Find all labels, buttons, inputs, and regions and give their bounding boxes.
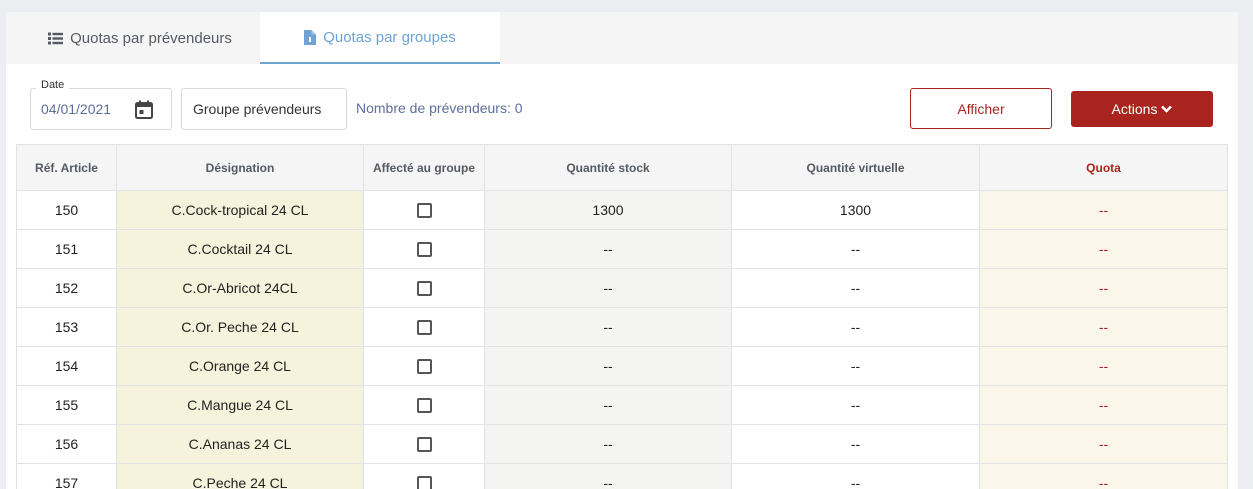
affecte-cell xyxy=(363,385,485,425)
affecte-checkbox[interactable] xyxy=(416,437,432,453)
date-label: Date xyxy=(36,79,70,91)
table-row: 157 C.Peche 24 CL -- -- -- xyxy=(16,463,1228,489)
ref-cell: 152 xyxy=(16,268,117,308)
file-icon xyxy=(304,29,317,45)
col-header-stock[interactable]: Quantité stock xyxy=(484,144,732,191)
designation-cell: C.Peche 24 CL xyxy=(116,463,364,489)
ref-cell: 156 xyxy=(16,424,117,464)
virtuelle-cell: -- xyxy=(731,307,980,347)
designation-cell: C.Cocktail 24 CL xyxy=(116,229,364,269)
designation-cell: C.Ananas 24 CL xyxy=(116,424,364,464)
affecte-cell xyxy=(363,463,485,489)
affecte-checkbox[interactable] xyxy=(416,242,432,258)
col-header-quota[interactable]: Quota xyxy=(979,144,1228,191)
stock-cell: -- xyxy=(484,346,732,386)
quota-cell[interactable]: -- xyxy=(979,346,1228,386)
ref-cell: 151 xyxy=(16,229,117,269)
affecte-checkbox[interactable] xyxy=(416,320,432,336)
col-header-affecte[interactable]: Affecté au groupe xyxy=(363,144,485,191)
virtuelle-cell: -- xyxy=(731,463,980,489)
virtuelle-cell: -- xyxy=(731,268,980,308)
table-row: 155 C.Mangue 24 CL -- -- -- xyxy=(16,385,1228,425)
table-row: 152 C.Or-Abricot 24CL -- -- -- xyxy=(16,268,1228,308)
designation-cell: C.Mangue 24 CL xyxy=(116,385,364,425)
virtuelle-cell: 1300 xyxy=(731,190,980,230)
list-icon xyxy=(48,32,64,45)
col-header-ref[interactable]: Réf. Article xyxy=(16,144,117,191)
quota-cell[interactable]: -- xyxy=(979,307,1228,347)
table-row: 151 C.Cocktail 24 CL -- -- -- xyxy=(16,229,1228,269)
quota-panel: Quotas par prévendeurs Quotas par groupe… xyxy=(6,12,1238,489)
virtuelle-cell: -- xyxy=(731,229,980,269)
ref-cell: 155 xyxy=(16,385,117,425)
col-header-designation[interactable]: Désignation xyxy=(116,144,364,191)
table-row: 150 C.Cock-tropical 24 CL 1300 1300 -- xyxy=(16,190,1228,230)
affecte-checkbox[interactable] xyxy=(416,281,432,297)
groupe-prevendeurs-label: Groupe prévendeurs xyxy=(193,101,322,117)
quota-cell[interactable]: -- xyxy=(979,424,1228,464)
chevron-down-icon xyxy=(1161,105,1173,113)
affecte-checkbox[interactable] xyxy=(416,398,432,414)
tab-quotas-par-groupes[interactable]: Quotas par groupes xyxy=(260,12,500,64)
prevendeurs-count: Nombre de prévendeurs: 0 xyxy=(356,100,523,116)
tab-label: Quotas par groupes xyxy=(323,28,456,46)
quota-table: Réf. Article Désignation Affecté au grou… xyxy=(16,144,1228,489)
tab-quotas-par-prevendeurs[interactable]: Quotas par prévendeurs xyxy=(20,12,260,64)
tab-label: Quotas par prévendeurs xyxy=(70,29,232,47)
table-row: 153 C.Or. Peche 24 CL -- -- -- xyxy=(16,307,1228,347)
virtuelle-cell: -- xyxy=(731,346,980,386)
stock-cell: -- xyxy=(484,229,732,269)
stock-cell: -- xyxy=(484,268,732,308)
actions-button[interactable]: Actions xyxy=(1071,91,1213,127)
quota-cell[interactable]: -- xyxy=(979,463,1228,489)
table-row: 156 C.Ananas 24 CL -- -- -- xyxy=(16,424,1228,464)
affecte-cell xyxy=(363,229,485,269)
groupe-prevendeurs-select[interactable]: Groupe prévendeurs xyxy=(181,88,347,130)
actions-label: Actions xyxy=(1111,101,1158,117)
designation-cell: C.Orange 24 CL xyxy=(116,346,364,386)
affecte-cell xyxy=(363,424,485,464)
designation-cell: C.Or. Peche 24 CL xyxy=(116,307,364,347)
ref-cell: 154 xyxy=(16,346,117,386)
table-header-row: Réf. Article Désignation Affecté au grou… xyxy=(16,144,1228,191)
col-header-virtuelle[interactable]: Quantité virtuelle xyxy=(731,144,980,191)
affecte-checkbox[interactable] xyxy=(416,476,432,489)
virtuelle-cell: -- xyxy=(731,385,980,425)
designation-cell: C.Cock-tropical 24 CL xyxy=(116,190,364,230)
ref-cell: 157 xyxy=(16,463,117,489)
quota-cell[interactable]: -- xyxy=(979,190,1228,230)
affecte-cell xyxy=(363,307,485,347)
stock-cell: -- xyxy=(484,385,732,425)
designation-cell: C.Or-Abricot 24CL xyxy=(116,268,364,308)
tab-bar: Quotas par prévendeurs Quotas par groupe… xyxy=(6,12,1238,64)
affecte-cell xyxy=(363,346,485,386)
affecte-checkbox[interactable] xyxy=(416,359,432,375)
affecte-checkbox[interactable] xyxy=(416,203,432,219)
stock-cell: -- xyxy=(484,424,732,464)
quota-cell[interactable]: -- xyxy=(979,268,1228,308)
stock-cell: 1300 xyxy=(484,190,732,230)
stock-cell: -- xyxy=(484,463,732,489)
calendar-icon[interactable] xyxy=(135,100,153,124)
affecte-cell xyxy=(363,268,485,308)
ref-cell: 153 xyxy=(16,307,117,347)
table-row: 154 C.Orange 24 CL -- -- -- xyxy=(16,346,1228,386)
date-field[interactable]: 04/01/2021 xyxy=(30,88,172,130)
ref-cell: 150 xyxy=(16,190,117,230)
quota-cell[interactable]: -- xyxy=(979,229,1228,269)
affecte-cell xyxy=(363,190,485,230)
afficher-button[interactable]: Afficher xyxy=(910,88,1052,129)
date-value: 04/01/2021 xyxy=(41,101,112,117)
virtuelle-cell: -- xyxy=(731,424,980,464)
stock-cell: -- xyxy=(484,307,732,347)
quota-cell[interactable]: -- xyxy=(979,385,1228,425)
